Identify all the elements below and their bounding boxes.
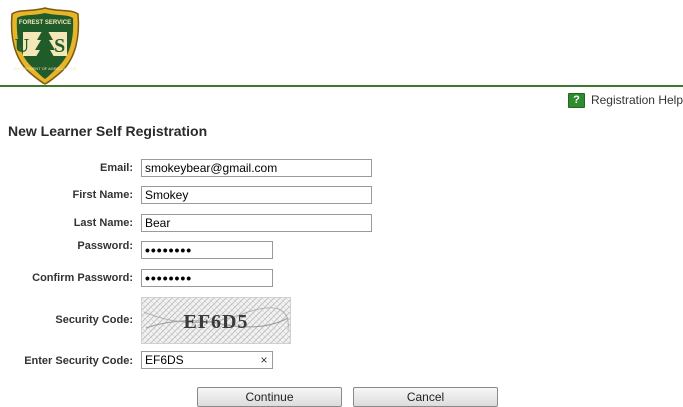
- clear-input-icon[interactable]: ×: [258, 353, 270, 367]
- logo-top-text: FOREST SERVICE: [19, 20, 71, 26]
- help-icon: ?: [567, 92, 585, 108]
- captcha-image: EF6D5: [141, 297, 291, 344]
- email-label: Email:: [99, 162, 133, 174]
- password-field[interactable]: [141, 241, 273, 259]
- email-field[interactable]: [141, 159, 372, 177]
- registration-help-label: Registration Help: [590, 93, 683, 107]
- logo-bottom-text: DEPARTMENT OF AGRICULTURE: [13, 66, 76, 71]
- header-divider: [0, 85, 683, 87]
- first-name-field[interactable]: [141, 186, 372, 204]
- forest-service-logo: U S FOREST SERVICE DEPARTMENT OF AGRICUL…: [9, 6, 81, 86]
- security-code-label: Security Code:: [55, 314, 133, 326]
- password-label: Password:: [77, 240, 133, 252]
- continue-button[interactable]: Continue: [197, 387, 342, 407]
- last-name-field[interactable]: [141, 214, 372, 232]
- last-name-label: Last Name:: [73, 217, 133, 229]
- page-title: New Learner Self Registration: [8, 123, 208, 139]
- first-name-label: First Name:: [72, 189, 133, 201]
- confirm-password-label: Confirm Password:: [32, 272, 133, 284]
- cancel-button[interactable]: Cancel: [353, 387, 498, 407]
- registration-help-link[interactable]: ? Registration Help: [567, 92, 683, 108]
- security-code-input[interactable]: [141, 351, 273, 369]
- confirm-password-field[interactable]: [141, 269, 273, 287]
- enter-security-code-label: Enter Security Code:: [24, 355, 133, 367]
- captcha-text: EF6D5: [184, 311, 249, 333]
